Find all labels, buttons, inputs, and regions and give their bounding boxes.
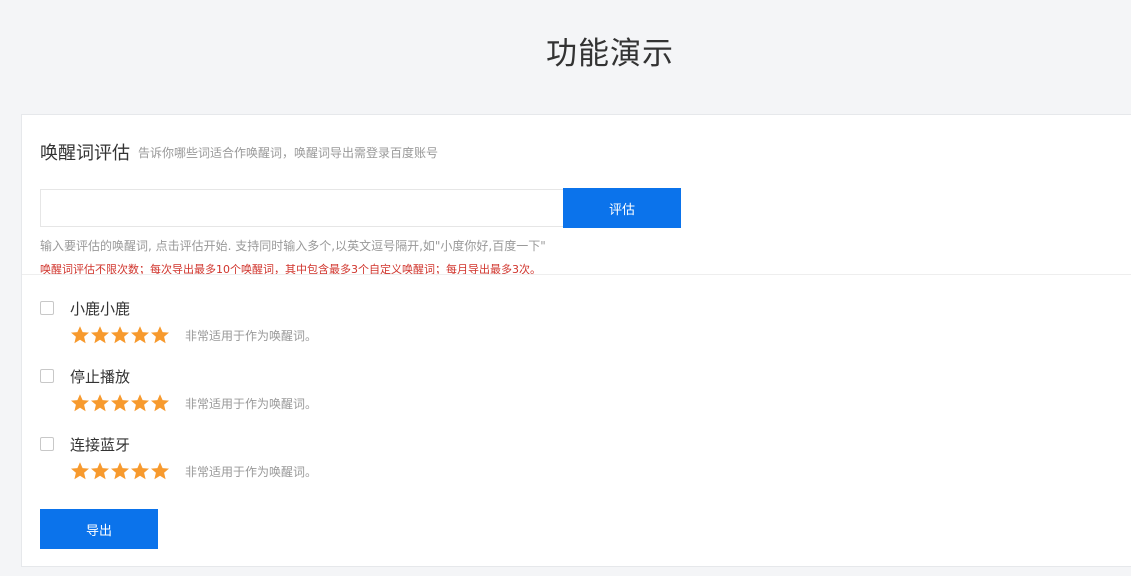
- rating-stars: [70, 461, 170, 481]
- star-icon: [131, 462, 149, 480]
- rating-stars: [70, 325, 170, 345]
- star-icon: [151, 394, 169, 412]
- wake-word-input[interactable]: [40, 189, 563, 227]
- section-header: 唤醒词评估 告诉你哪些词适合作唤醒词，唤醒词导出需登录百度账号: [40, 139, 438, 165]
- result-checkbox[interactable]: [40, 369, 54, 383]
- evaluate-button[interactable]: 评估: [563, 188, 681, 228]
- star-icon: [111, 462, 129, 480]
- result-item: 小鹿小鹿 非常适用于作为唤醒词。: [40, 298, 640, 354]
- result-word: 连接蓝牙: [70, 436, 131, 454]
- star-icon: [131, 326, 149, 344]
- rating-description: 非常适用于作为唤醒词。: [185, 465, 318, 479]
- result-word: 小鹿小鹿: [70, 300, 131, 318]
- rating-stars: [70, 393, 170, 413]
- section-divider: [22, 274, 1131, 275]
- star-icon: [71, 462, 89, 480]
- page-title: 功能演示: [546, 36, 674, 72]
- star-icon: [111, 394, 129, 412]
- result-word: 停止播放: [70, 368, 131, 386]
- wake-word-evaluation-card: 唤醒词评估 告诉你哪些词适合作唤醒词，唤醒词导出需登录百度账号 评估 输入要评估的…: [21, 114, 1131, 567]
- section-description: 告诉你哪些词适合作唤醒词，唤醒词导出需登录百度账号: [138, 145, 439, 160]
- export-button[interactable]: 导出: [40, 509, 158, 549]
- star-icon: [71, 394, 89, 412]
- result-checkbox[interactable]: [40, 301, 54, 315]
- star-icon: [131, 394, 149, 412]
- star-icon: [151, 326, 169, 344]
- star-icon: [151, 462, 169, 480]
- star-icon: [91, 394, 109, 412]
- star-icon: [91, 326, 109, 344]
- input-hint: 输入要评估的唤醒词, 点击评估开始. 支持同时输入多个,以英文逗号隔开,如"小度…: [40, 239, 546, 253]
- section-title: 唤醒词评估: [40, 143, 130, 164]
- star-icon: [111, 326, 129, 344]
- result-item: 连接蓝牙 非常适用于作为唤醒词。: [40, 434, 640, 490]
- result-item: 停止播放 非常适用于作为唤醒词。: [40, 366, 640, 422]
- star-icon: [91, 462, 109, 480]
- rating-description: 非常适用于作为唤醒词。: [185, 329, 318, 343]
- star-icon: [71, 326, 89, 344]
- result-checkbox[interactable]: [40, 437, 54, 451]
- rating-description: 非常适用于作为唤醒词。: [185, 397, 318, 411]
